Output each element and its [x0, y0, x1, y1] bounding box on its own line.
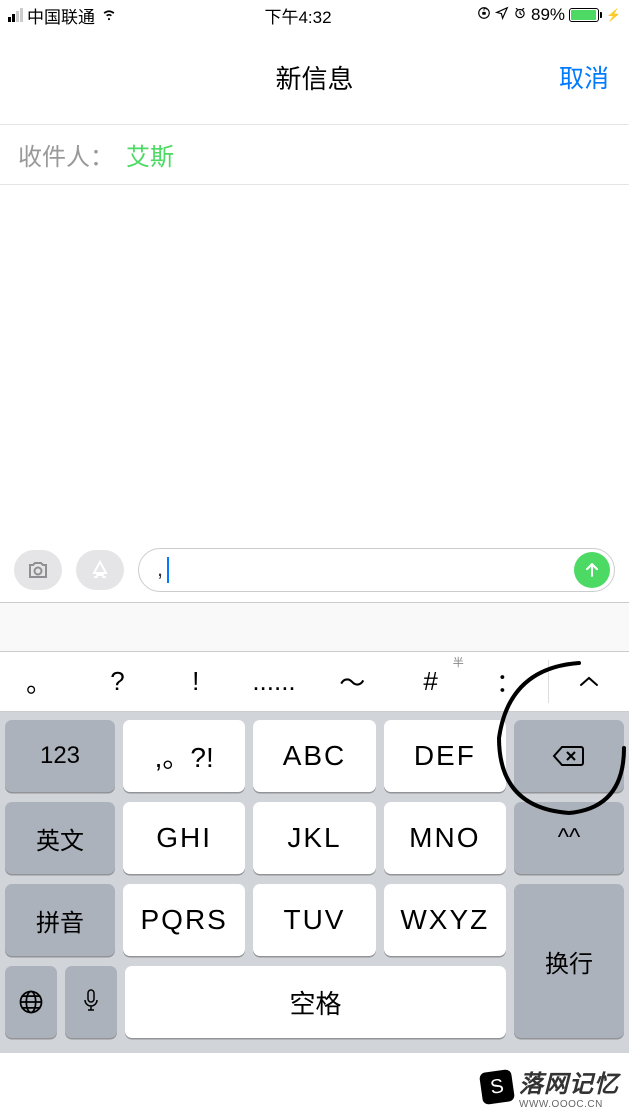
- suggestion-bar[interactable]: [0, 602, 629, 652]
- key-jkl[interactable]: JKL: [253, 802, 375, 874]
- lock-icon: [477, 5, 491, 25]
- punct-key-ellipsis[interactable]: ......: [235, 652, 313, 711]
- key-globe[interactable]: [5, 966, 57, 1038]
- wifi-icon: [99, 3, 119, 28]
- watermark-text: 落网记忆: [519, 1064, 619, 1099]
- key-pinyin[interactable]: 拼音: [5, 884, 115, 956]
- battery-icon: [569, 8, 602, 22]
- input-toolbar: ,: [0, 537, 629, 602]
- key-mno[interactable]: MNO: [384, 802, 506, 874]
- key-ghi[interactable]: GHI: [123, 802, 245, 874]
- signal-icon: [8, 8, 23, 22]
- recipient-label: 收件人：: [18, 137, 114, 172]
- watermark-icon: S: [479, 1069, 515, 1105]
- time-label: 下午4:32: [264, 3, 331, 28]
- alarm-icon: [513, 5, 527, 25]
- key-123[interactable]: 123: [5, 720, 115, 792]
- message-area[interactable]: [0, 185, 629, 537]
- cancel-button[interactable]: 取消: [559, 59, 609, 95]
- key-space[interactable]: 空格: [125, 966, 506, 1038]
- recipient-name: 艾斯: [126, 137, 174, 172]
- key-abc[interactable]: ABC: [253, 720, 375, 792]
- status-left: 中国联通: [8, 3, 119, 28]
- nav-bar: 新信息 取消: [0, 30, 629, 125]
- key-punct[interactable]: ,。?!: [123, 720, 245, 792]
- key-return[interactable]: 换行: [514, 884, 624, 1038]
- status-bar: 中国联通 下午4:32 89% ⚡: [0, 0, 629, 30]
- appstore-button[interactable]: [76, 550, 124, 590]
- key-def[interactable]: DEF: [384, 720, 506, 792]
- punct-key-exclaim[interactable]: !: [157, 652, 235, 711]
- punct-key-question[interactable]: ?: [78, 652, 156, 711]
- punct-key-period[interactable]: 。: [0, 652, 78, 711]
- punct-key-colon[interactable]: ：: [470, 652, 548, 711]
- key-emoji[interactable]: ^^: [514, 802, 624, 874]
- punctuation-row: 。 ? ! ...... ～ # ：: [0, 652, 629, 712]
- key-wxyz[interactable]: WXYZ: [384, 884, 506, 956]
- send-button[interactable]: [574, 552, 610, 588]
- battery-pct: 89%: [531, 5, 565, 25]
- carrier-label: 中国联通: [27, 3, 95, 28]
- status-right: 89% ⚡: [477, 5, 621, 25]
- key-mic[interactable]: [65, 966, 117, 1038]
- charging-icon: ⚡: [606, 8, 621, 22]
- punct-key-tilde[interactable]: ～: [313, 652, 391, 711]
- key-delete[interactable]: [514, 720, 624, 792]
- key-english[interactable]: 英文: [5, 802, 115, 874]
- location-icon: [495, 5, 509, 25]
- message-input-content: ,: [157, 556, 574, 583]
- keyboard: 123 ,。?! ABC DEF 英文 GHI JKL MNO ^^ 拼音 PQ…: [0, 712, 629, 1053]
- recipient-field[interactable]: 收件人： 艾斯: [0, 125, 629, 185]
- camera-button[interactable]: [14, 550, 62, 590]
- watermark-url: WWW.OOOC.CN: [519, 1099, 619, 1110]
- key-tuv[interactable]: TUV: [253, 884, 375, 956]
- punct-key-hash[interactable]: #: [391, 652, 469, 711]
- key-pqrs[interactable]: PQRS: [123, 884, 245, 956]
- collapse-keyboard-button[interactable]: [549, 652, 629, 711]
- message-input[interactable]: ,: [138, 548, 615, 592]
- page-title: 新信息: [275, 59, 353, 96]
- watermark: S 落网记忆 WWW.OOOC.CN: [481, 1064, 619, 1110]
